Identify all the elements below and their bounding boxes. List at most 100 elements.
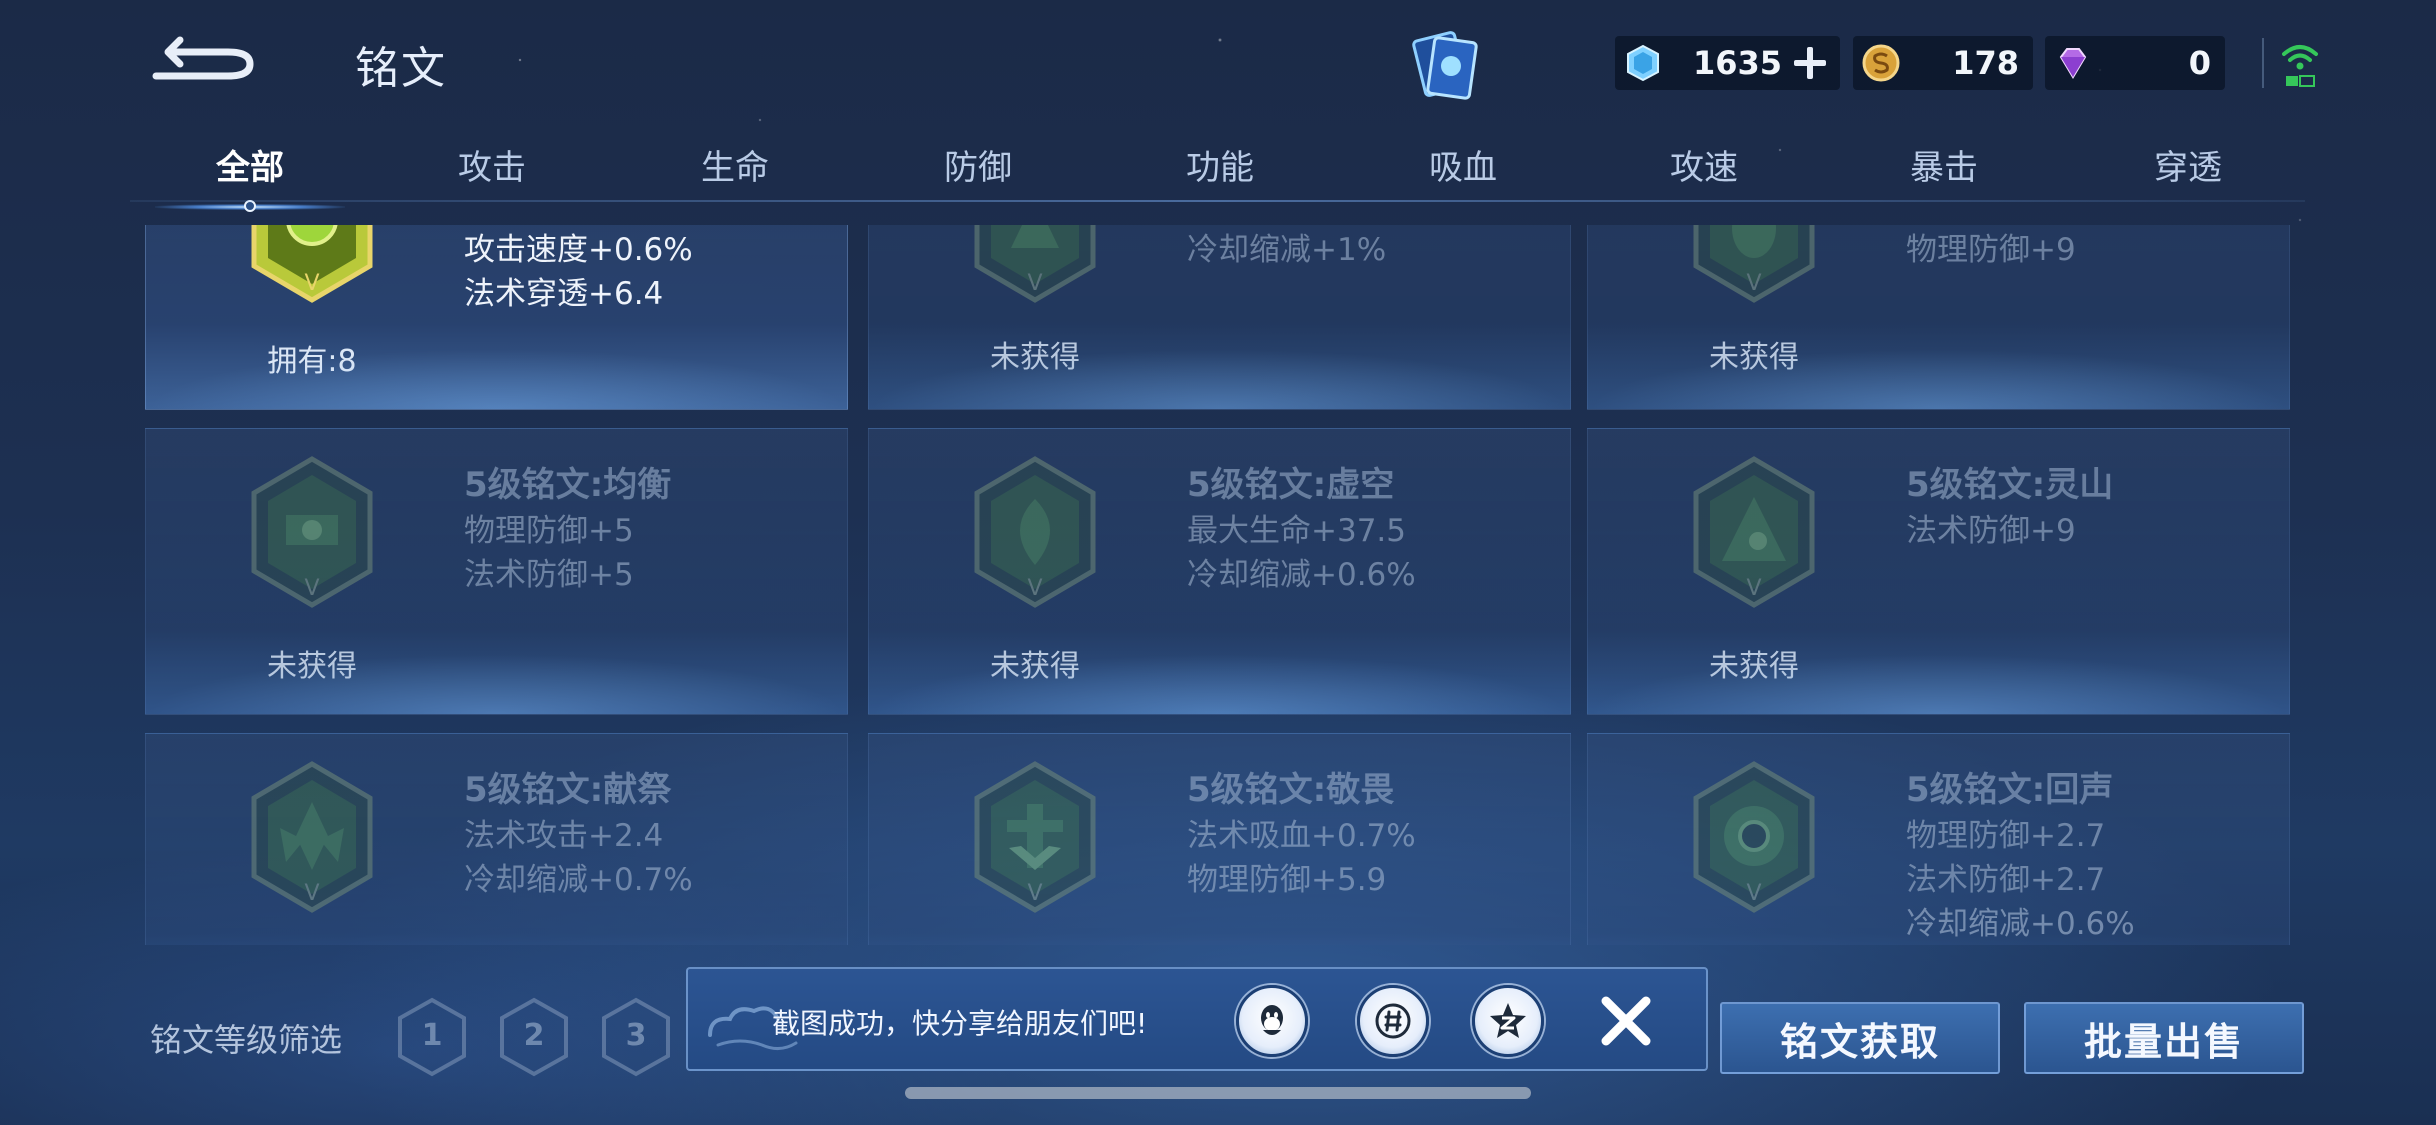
- share-wechat-moments-button[interactable]: [1357, 985, 1429, 1057]
- level-number: 2: [523, 1018, 545, 1053]
- share-qzone-button[interactable]: [1472, 985, 1544, 1057]
- rune-attribute: 法术吸血+0.7%: [1187, 818, 1416, 854]
- rune-attributes: 物理防御+2.7 法术防御+2.7 冷却缩减+0.6%: [1906, 814, 2135, 945]
- diamond-currency: 0: [2045, 36, 2225, 90]
- rune-attribute: 物理防御+5.9: [1187, 862, 1387, 898]
- rune-emblem-icon: V: [1693, 761, 1815, 913]
- rune-attribute: 法术防御+2.7: [1906, 862, 2106, 898]
- svg-text:V: V: [1746, 271, 1761, 296]
- rune-name: 5级铭文:灵山: [1906, 465, 2114, 505]
- share-qq-button[interactable]: [1236, 985, 1308, 1057]
- diamond-count: 0: [2188, 44, 2211, 82]
- svg-text:V: V: [1746, 576, 1761, 601]
- svg-text:V: V: [304, 576, 319, 601]
- rune-status: 未获得: [990, 340, 1080, 375]
- crystal-count: 1635: [1692, 44, 1782, 82]
- tab-all[interactable]: 全部: [150, 140, 350, 212]
- back-button[interactable]: [150, 28, 260, 88]
- gold-coin-icon: [1862, 44, 1900, 82]
- rune-card[interactable]: V 5级铭文:虚空 最大生命+37.5 冷却缩减+0.6% 未获得: [868, 428, 1571, 715]
- rune-attribute: 冷却缩减+0.6%: [1906, 906, 2135, 942]
- level-filter-label: 铭文等级筛选: [150, 1021, 343, 1059]
- rune-acquire-button[interactable]: 铭文获取: [1720, 1002, 2000, 1074]
- tab-attack-speed[interactable]: 攻速: [1604, 140, 1804, 189]
- level-filter-1[interactable]: 1: [396, 996, 468, 1078]
- rune-attribute: 法术攻击+2.4: [464, 818, 664, 854]
- rune-status: 未获得: [990, 649, 1080, 684]
- rune-attribute: 物理防御+9: [1906, 232, 2076, 268]
- rune-attributes: 法术防御+9: [1906, 509, 2076, 553]
- rune-attribute: 法术防御+9: [1906, 513, 2076, 549]
- svg-text:V: V: [1027, 881, 1042, 906]
- rune-attributes: 冷却缩减+1%: [1187, 228, 1386, 272]
- rune-attribute: 冷却缩减+0.6%: [1187, 557, 1416, 593]
- level-filter-2[interactable]: 2: [498, 996, 570, 1078]
- rune-emblem-icon: V: [974, 456, 1096, 608]
- add-crystal-button[interactable]: [1790, 43, 1830, 83]
- svg-text:V: V: [304, 881, 319, 906]
- rune-attribute: 物理防御+2.7: [1906, 818, 2106, 854]
- rune-emblem-icon: V: [974, 225, 1096, 303]
- rune-attributes: 物理防御+9: [1906, 228, 2076, 272]
- rune-name: 5级铭文:均衡: [464, 465, 672, 505]
- rune-attribute: 冷却缩减+1%: [1187, 232, 1387, 268]
- rune-emblem-icon: V: [251, 456, 373, 608]
- rune-emblem-icon: V: [1693, 456, 1815, 608]
- rune-card[interactable]: V 5级铭文:敬畏 法术吸血+0.7% 物理防御+5.9: [868, 733, 1571, 945]
- rune-attribute: 法术穿透+6.4: [464, 276, 664, 312]
- rune-emblem-icon: V: [251, 225, 373, 303]
- rune-card[interactable]: V 5级铭文:献祭 法术攻击+2.4 冷却缩减+0.7%: [145, 733, 848, 945]
- toast-message: 截图成功，快分享给朋友们吧!: [772, 1007, 1148, 1040]
- tabs-divider: [130, 200, 2305, 202]
- header-divider: [2262, 38, 2264, 88]
- rune-card[interactable]: V 冷却缩减+1% 未获得: [868, 225, 1571, 410]
- home-indicator[interactable]: [905, 1087, 1531, 1099]
- svg-text:V: V: [1027, 576, 1042, 601]
- rune-card[interactable]: V 5级铭文:回声 物理防御+2.7 法术防御+2.7 冷却缩减+0.6%: [1587, 733, 2290, 945]
- rune-status: 未获得: [267, 649, 357, 684]
- rune-owned-count: 拥有:8: [267, 344, 357, 379]
- svg-text:V: V: [1746, 881, 1761, 906]
- level-filter-3[interactable]: 3: [600, 996, 672, 1078]
- rune-card-icon[interactable]: [1405, 26, 1485, 106]
- crystal-icon: [1627, 44, 1659, 82]
- gold-count: 178: [1952, 44, 2019, 82]
- tab-critical[interactable]: 暴击: [1844, 140, 2044, 189]
- rune-card[interactable]: V 5级铭文:灵山 法术防御+9 未获得: [1587, 428, 2290, 715]
- qq-icon: [1261, 1005, 1283, 1035]
- rune-emblem-icon: V: [974, 761, 1096, 913]
- back-arrow-icon: [152, 36, 254, 80]
- rune-attributes: 法术攻击+2.4 冷却缩减+0.7%: [464, 814, 693, 902]
- rune-card[interactable]: V 攻击速度+0.6% 法术穿透+6.4 拥有:8: [145, 225, 848, 410]
- rune-emblem-icon: V: [251, 761, 373, 913]
- rune-attribute: 物理防御+5: [464, 513, 634, 549]
- screenshot-share-toast: 截图成功，快分享给朋友们吧!: [686, 967, 1708, 1071]
- rune-attribute: 最大生命+37.5: [1187, 513, 1406, 549]
- tab-defense[interactable]: 防御: [878, 140, 1078, 189]
- qzone-icon: [1490, 1003, 1526, 1038]
- crystal-currency: 1635: [1615, 36, 1840, 90]
- rune-name: 5级铭文:献祭: [464, 770, 672, 810]
- tab-lifesteal[interactable]: 吸血: [1363, 140, 1563, 189]
- page-title: 铭文: [355, 43, 447, 94]
- rune-attribute: 攻击速度+0.6%: [464, 232, 693, 268]
- bulk-sell-button[interactable]: 批量出售: [2024, 1002, 2304, 1074]
- rune-name: 5级铭文:虚空: [1187, 465, 1395, 505]
- rune-status: 未获得: [1709, 340, 1799, 375]
- rune-name: 5级铭文:敬畏: [1187, 770, 1395, 810]
- tab-utility[interactable]: 功能: [1120, 140, 1320, 189]
- rune-attribute: 法术防御+5: [464, 557, 634, 593]
- gold-currency: 178: [1853, 36, 2033, 90]
- rune-card[interactable]: V 5级铭文:均衡 物理防御+5 法术防御+5 未获得: [145, 428, 848, 715]
- rune-status: 未获得: [1709, 649, 1799, 684]
- tab-attack[interactable]: 攻击: [392, 140, 592, 189]
- rune-grid: V 攻击速度+0.6% 法术穿透+6.4 拥有:8 V 冷却缩减+1% 未获得 …: [0, 225, 2436, 945]
- rune-name: 5级铭文:回声: [1906, 770, 2114, 810]
- level-number: 3: [625, 1018, 647, 1053]
- rune-card[interactable]: V 物理防御+9 未获得: [1587, 225, 2290, 410]
- close-toast-button[interactable]: [1598, 993, 1654, 1049]
- category-tabs: 全部 攻击 生命 防御 功能 吸血 攻速 暴击 穿透: [130, 130, 2305, 212]
- tab-penetration[interactable]: 穿透: [2088, 140, 2288, 189]
- rune-attributes: 最大生命+37.5 冷却缩减+0.6%: [1187, 509, 1416, 597]
- tab-health[interactable]: 生命: [635, 140, 835, 189]
